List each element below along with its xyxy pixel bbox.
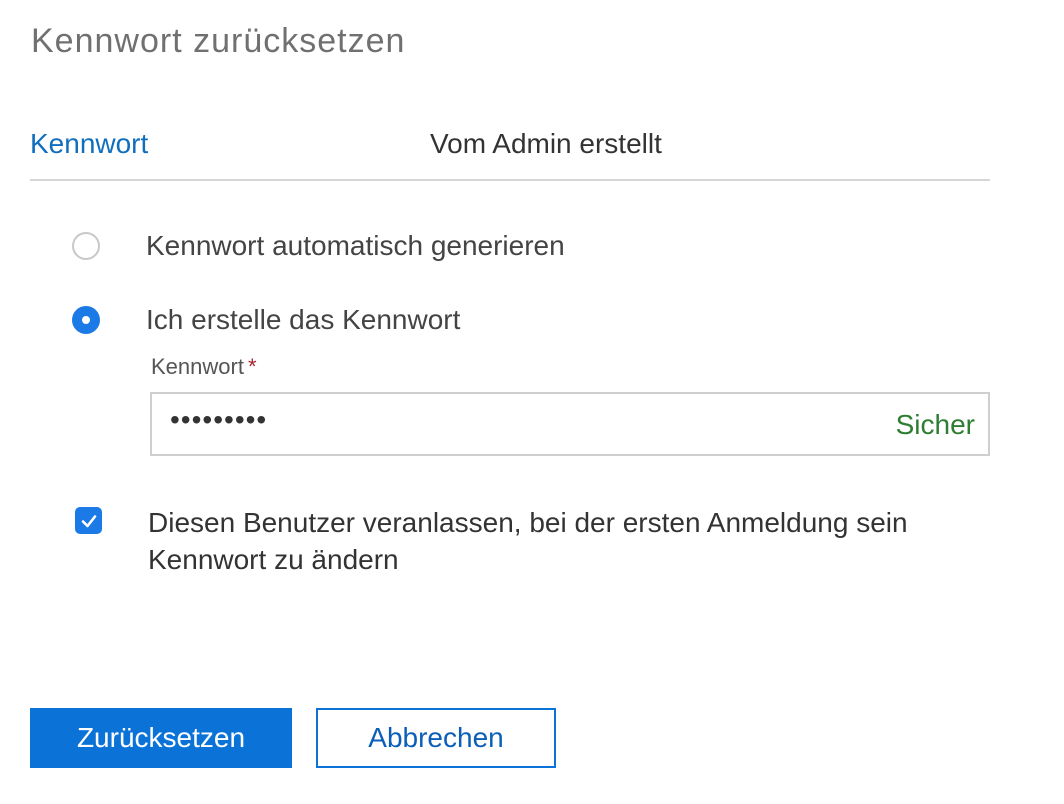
checkmark-icon — [81, 514, 96, 527]
password-type-label: Kennwort — [30, 128, 149, 159]
dialog-title: Kennwort zurücksetzen — [31, 22, 406, 60]
force-change-label: Diesen Benutzer veranlassen, bei der ers… — [148, 507, 908, 575]
password-masked-value: ••••••••• — [170, 404, 268, 435]
force-change-option[interactable]: Diesen Benutzer veranlassen, bei der ers… — [75, 504, 995, 578]
password-input-label: Kennwort * — [151, 354, 257, 380]
cancel-button[interactable]: Abbrechen — [316, 708, 556, 768]
radio-auto-generate-label: Kennwort automatisch generieren — [146, 230, 565, 261]
reset-button[interactable]: Zurücksetzen — [30, 708, 292, 768]
radio-selected-icon[interactable] — [72, 306, 100, 334]
radio-auto-generate[interactable]: Kennwort automatisch generieren — [72, 229, 565, 263]
required-marker: * — [247, 354, 257, 379]
password-strength-indicator: Sicher — [895, 409, 975, 440]
password-input[interactable]: ••••••••• Sicher — [150, 392, 990, 456]
radio-unselected-icon[interactable] — [72, 232, 100, 260]
reset-password-dialog: Kennwort zurücksetzen Kennwort Vom Admin… — [0, 0, 1064, 804]
password-type-row: Kennwort Vom Admin erstellt — [30, 122, 990, 181]
password-type-value: Vom Admin erstellt — [430, 128, 662, 159]
radio-create-password-label: Ich erstelle das Kennwort — [146, 304, 461, 335]
radio-create-password[interactable]: Ich erstelle das Kennwort — [72, 303, 460, 337]
checkbox-checked-icon[interactable] — [75, 507, 102, 534]
password-input-label-text: Kennwort — [151, 354, 244, 379]
